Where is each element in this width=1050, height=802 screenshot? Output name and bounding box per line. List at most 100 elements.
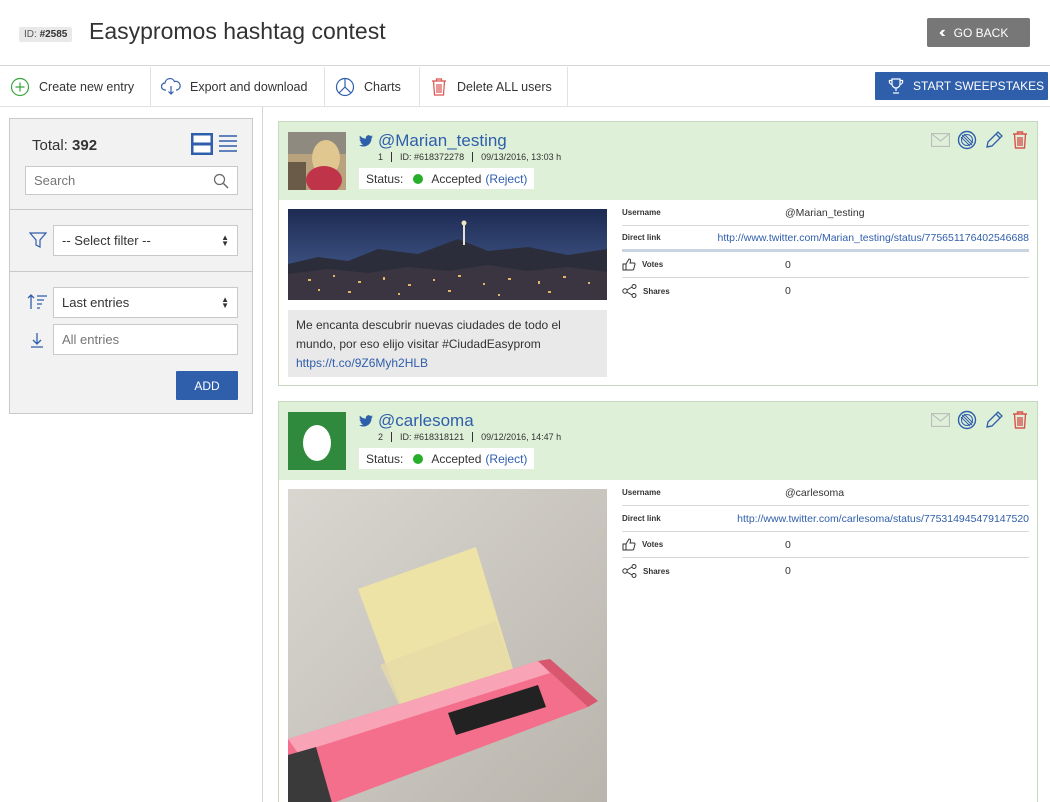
shares-label: Shares [622, 564, 670, 578]
block-icon[interactable] [957, 410, 977, 430]
meta-divider [391, 432, 393, 442]
list-view-icon[interactable] [217, 132, 239, 156]
export-button[interactable]: Export and download [151, 67, 325, 107]
divider [10, 209, 252, 210]
status-dot-icon [413, 453, 424, 464]
entry-card: @Marian_testing 1 ID: #618372278 09/13/2… [278, 121, 1038, 386]
detail-row-link: Direct link http://www.twitter.com/carles… [622, 506, 1029, 532]
username-value: @Marian_testing [785, 206, 865, 219]
select-arrows-icon: ▲ ▼ [221, 232, 229, 248]
edit-icon[interactable] [984, 130, 1004, 150]
votes-value: 0 [785, 258, 791, 271]
share-icon [622, 284, 637, 298]
delete-all-users-button[interactable]: Delete ALL users [420, 67, 568, 107]
create-entry-button[interactable]: Create new entry [0, 67, 151, 107]
column-divider [262, 107, 263, 802]
card-view-icon[interactable] [190, 132, 214, 156]
entry-number: 1 [378, 152, 384, 162]
sort-icon [27, 294, 47, 309]
reject-link[interactable]: (Reject) [485, 452, 527, 466]
edit-icon[interactable] [984, 410, 1004, 430]
arrow-down-icon [31, 333, 43, 348]
entry-text: Me encanta descubrir nuevas ciudades de … [288, 310, 607, 377]
link-label: Direct link [622, 514, 661, 523]
select-arrows-icon: ▲ ▼ [221, 294, 229, 310]
entry-handle[interactable]: @Marian_testing [359, 131, 507, 151]
search-field[interactable] [25, 166, 238, 195]
reject-link[interactable]: (Reject) [485, 172, 527, 186]
toolbar: Create new entry Export and download Cha… [0, 67, 1050, 107]
entries-count-field[interactable] [53, 324, 238, 355]
entry-number: 2 [378, 432, 384, 442]
thumbs-up-icon [622, 258, 636, 271]
go-back-label: GO BACK [953, 25, 1009, 40]
entry-actions [931, 410, 1029, 430]
entry-image[interactable] [288, 209, 607, 300]
status-label: Status: [366, 171, 404, 186]
status-value: Accepted [431, 451, 482, 466]
shares-label-text: Shares [643, 286, 670, 296]
search-input[interactable] [26, 167, 206, 194]
votes-label: Votes [622, 258, 663, 271]
detail-row-username: Username @Marian_testing [622, 200, 1029, 226]
filter-icon [29, 232, 47, 248]
handle-text: @Marian_testing [378, 131, 507, 150]
votes-label: Votes [622, 538, 663, 551]
detail-row-shares: Shares 0 [622, 558, 1029, 584]
sort-select[interactable]: Last entries ▲ ▼ [53, 287, 238, 318]
delete-all-label: Delete ALL users [457, 80, 552, 94]
trash-icon[interactable] [1011, 130, 1029, 150]
direct-link[interactable]: http://www.twitter.com/carlesoma/status/… [737, 513, 1029, 525]
start-sweepstakes-button[interactable]: START SWEEPSTAKES [875, 72, 1048, 100]
create-entry-label: Create new entry [39, 80, 135, 94]
block-icon[interactable] [957, 130, 977, 150]
status-value: Accepted [431, 171, 482, 186]
entry-card: @carlesoma 2 ID: #618318121 09/12/2016, … [278, 401, 1038, 802]
detail-row-link: Direct link http://www.twitter.com/Marian… [622, 226, 1029, 252]
avatar [288, 132, 346, 190]
handle-text: @carlesoma [378, 411, 474, 430]
votes-label-text: Votes [642, 260, 664, 269]
username-label: Username [622, 208, 661, 217]
sweepstakes-label: START SWEEPSTAKES [913, 79, 1045, 93]
mail-icon[interactable] [931, 413, 950, 427]
avatar [288, 412, 346, 470]
trash-icon[interactable] [1011, 410, 1029, 430]
entry-header: @carlesoma 2 ID: #618318121 09/12/2016, … [279, 402, 1037, 480]
go-back-button[interactable]: ‹‹ GO BACK [927, 18, 1030, 47]
export-label: Export and download [190, 80, 308, 94]
double-chevron-left-icon: ‹‹ [939, 23, 945, 41]
detail-row-shares: Shares 0 [622, 278, 1029, 304]
twitter-icon [359, 415, 373, 427]
mail-icon[interactable] [931, 133, 950, 147]
entry-image[interactable] [288, 489, 607, 802]
detail-row-votes: Votes 0 [622, 532, 1029, 558]
detail-row-votes: Votes 0 [622, 252, 1029, 278]
entry-actions [931, 130, 1029, 150]
shares-value: 0 [785, 285, 791, 297]
entry-text-body: Me encanta descubrir nuevas ciudades de … [296, 318, 561, 351]
trophy-icon [888, 78, 904, 94]
status-dot-icon [413, 173, 424, 184]
view-toggle [190, 132, 239, 156]
filter-select[interactable]: -- Select filter -- ▲ ▼ [53, 225, 238, 256]
share-icon [622, 564, 637, 578]
entry-text-link[interactable]: https://t.co/9Z6Myh2HLB [296, 356, 428, 370]
meta-divider [472, 152, 474, 162]
shares-label-text: Shares [643, 566, 670, 576]
entries-count-input[interactable] [54, 325, 224, 354]
total-count: Total: 392 [32, 137, 98, 154]
direct-link[interactable]: http://www.twitter.com/Marian_testing/st… [718, 232, 1030, 244]
twitter-icon [359, 135, 373, 147]
meta-divider [391, 152, 393, 162]
charts-button[interactable]: Charts [325, 67, 420, 107]
status-box: Status: Accepted (Reject) [359, 448, 535, 469]
filter-select-value: -- Select filter -- [62, 233, 151, 248]
add-button[interactable]: ADD [176, 371, 238, 400]
entry-meta: 2 ID: #618318121 09/12/2016, 14:47 h [378, 432, 561, 442]
entry-handle[interactable]: @carlesoma [359, 411, 474, 431]
search-icon[interactable] [213, 173, 229, 189]
thumbs-up-icon [622, 538, 636, 551]
shares-value: 0 [785, 565, 791, 577]
username-label: Username [622, 488, 661, 497]
